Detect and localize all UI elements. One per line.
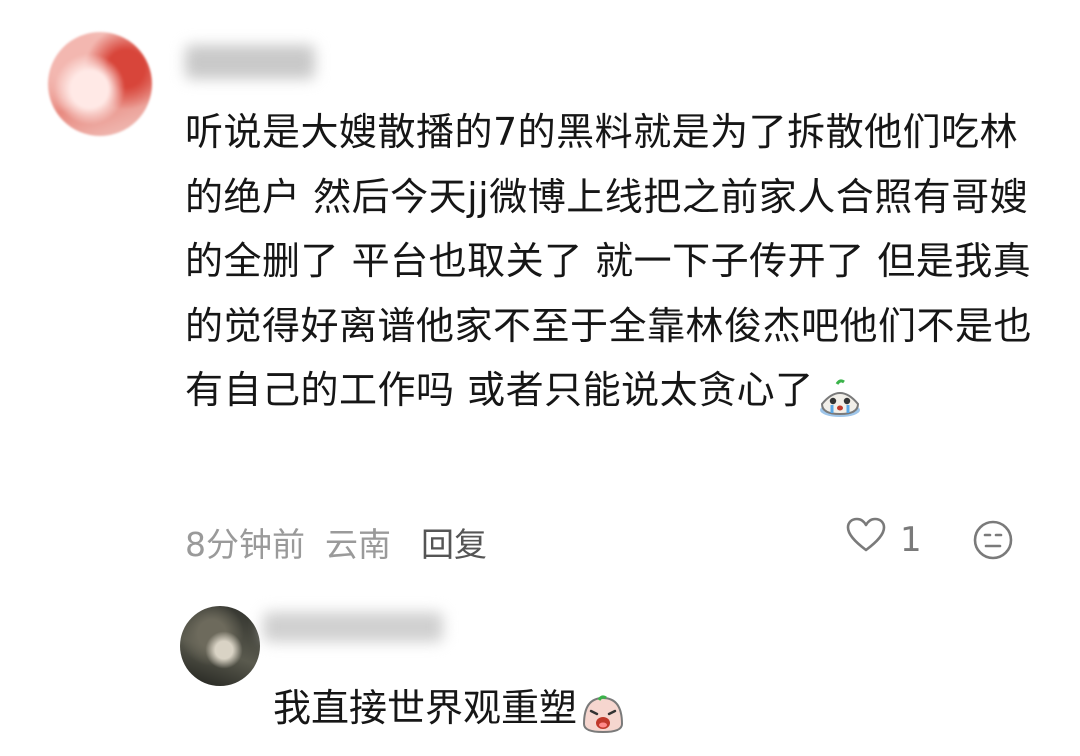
comment-text: 听说是大嫂散播的7的黑料就是为了拆散他们吃林的绝户 然后今天jj微博上线把之前家… (185, 110, 1033, 412)
replier-name-blurred[interactable] (263, 612, 443, 642)
reply-button[interactable]: 回复 (421, 518, 487, 566)
comment-meta: 8分钟前 云南 回复 (185, 518, 487, 566)
comment-location: 云南 (325, 525, 391, 564)
crying-face-emoji (818, 373, 862, 417)
reply-text: 我直接世界观重塑 (273, 686, 578, 730)
commenter-name-blurred[interactable] (185, 45, 315, 79)
comment-time: 8分钟前 (185, 525, 305, 564)
commenter-avatar[interactable] (48, 32, 152, 136)
like-count: 1 (900, 519, 922, 560)
heart-outline-icon[interactable] (846, 517, 886, 562)
reply-body: 我直接世界观重塑 (273, 678, 625, 738)
comment-body: 听说是大嫂散播的7的黑料就是为了拆散他们吃林的绝户 然后今天jj微博上线把之前家… (185, 100, 1055, 423)
frown-face-icon[interactable] (972, 520, 1014, 565)
replier-avatar[interactable] (180, 606, 260, 686)
like-button[interactable]: 1 (846, 517, 922, 562)
dislike-button[interactable] (972, 519, 1014, 565)
shocked-face-emoji (581, 691, 625, 733)
